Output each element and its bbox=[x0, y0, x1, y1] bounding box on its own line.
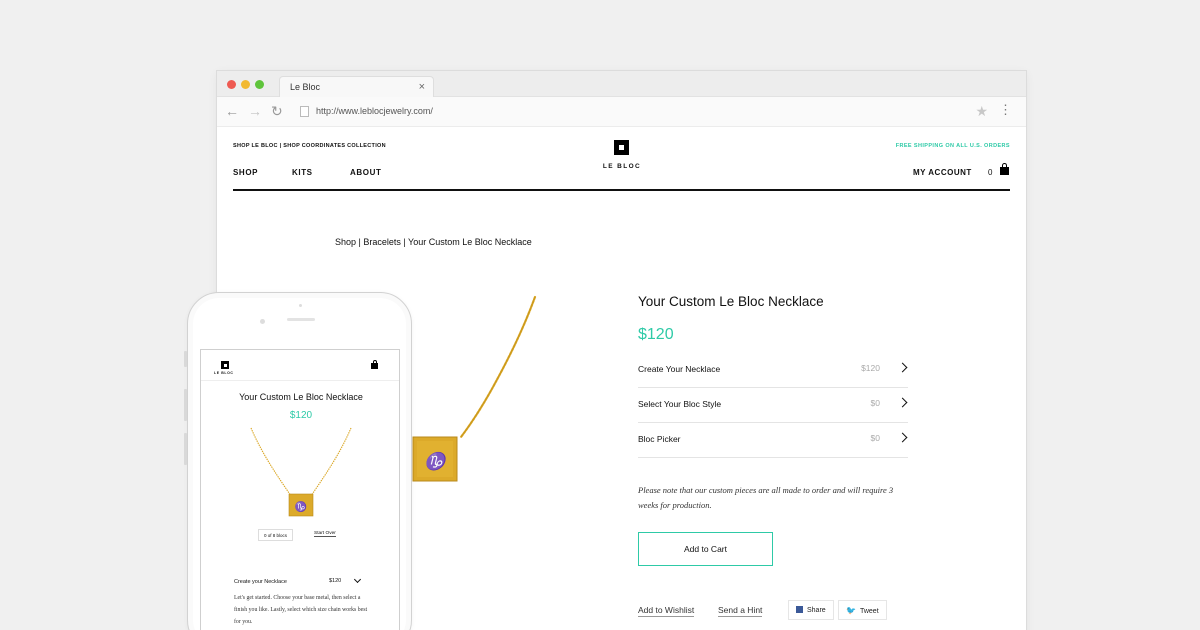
production-note: Please note that our custom pieces are a… bbox=[638, 485, 894, 510]
mobile-product-price: $120 bbox=[289, 410, 313, 421]
le-bloc-logo-icon[interactable] bbox=[614, 140, 629, 155]
send-a-hint-link[interactable]: Send a Hint bbox=[718, 605, 763, 617]
start-over-link[interactable]: Start Over bbox=[314, 531, 336, 537]
facebook-icon bbox=[796, 606, 803, 613]
svg-text:♑: ♑ bbox=[295, 500, 307, 513]
chevron-right-icon[interactable] bbox=[897, 432, 908, 443]
phone-speaker bbox=[287, 318, 315, 321]
mobile-step-label[interactable]: Create your Necklace bbox=[234, 579, 287, 585]
phone-camera bbox=[260, 319, 265, 324]
breadcrumb[interactable]: Shop | Bracelets | Your Custom Le Bloc N… bbox=[335, 237, 532, 247]
phone-sensor bbox=[299, 304, 302, 307]
mobile-necklace-image: ♑ bbox=[250, 427, 352, 517]
add-to-wishlist-link[interactable]: Add to Wishlist bbox=[638, 605, 695, 617]
tab-close-icon[interactable]: × bbox=[419, 81, 425, 93]
mobile-step-copy: Let's get started. Choose your base meta… bbox=[234, 595, 368, 625]
phone-mockup: LE BLOC Your Custom Le Bloc Necklace $12… bbox=[184, 292, 412, 630]
option-price: $0 bbox=[870, 433, 880, 443]
option-bloc-picker[interactable]: Bloc Picker $0 bbox=[638, 423, 908, 458]
option-select-bloc-style[interactable]: Select Your Bloc Style $0 bbox=[638, 388, 908, 423]
logo-text[interactable]: LE BLOC bbox=[597, 163, 647, 170]
mobile-bag-icon[interactable] bbox=[371, 360, 378, 369]
phone-volume-up bbox=[184, 389, 187, 421]
minimize-window-button[interactable] bbox=[241, 80, 250, 89]
option-label: Select Your Bloc Style bbox=[638, 399, 722, 409]
cart-count[interactable]: 0 bbox=[988, 168, 992, 177]
share-label: Share bbox=[807, 607, 826, 614]
chevron-down-icon[interactable] bbox=[353, 575, 362, 584]
browser-titlebar: Le Bloc × bbox=[217, 71, 1026, 98]
chevron-right-icon[interactable] bbox=[897, 397, 908, 408]
url-field[interactable]: http://www.leblocjewelry.com/ bbox=[316, 106, 433, 116]
necklace-product-image: ♑ bbox=[412, 295, 537, 482]
forward-arrow-icon[interactable]: → bbox=[248, 104, 262, 118]
mobile-logo-text[interactable]: LE BLOC bbox=[214, 371, 234, 375]
page-icon bbox=[300, 106, 309, 117]
close-window-button[interactable] bbox=[227, 80, 236, 89]
product-price: $120 bbox=[638, 326, 674, 343]
my-account-link[interactable]: MY ACCOUNT bbox=[913, 168, 972, 177]
back-arrow-icon[interactable]: ← bbox=[225, 104, 239, 118]
browser-tab[interactable]: Le Bloc × bbox=[279, 76, 434, 98]
option-price: $120 bbox=[861, 363, 880, 373]
header-divider bbox=[233, 189, 1010, 191]
reload-icon[interactable]: ↻ bbox=[271, 104, 283, 118]
nav-item-shop[interactable]: SHOP bbox=[233, 168, 258, 177]
nav-item-kits[interactable]: KITS bbox=[292, 168, 313, 177]
twitter-bird-icon: 🐦 bbox=[846, 606, 856, 615]
tweet-label: Tweet bbox=[859, 608, 879, 615]
product-title: Your Custom Le Bloc Necklace bbox=[638, 294, 824, 309]
nav-item-about[interactable]: ABOUT bbox=[350, 168, 381, 177]
shipping-banner: FREE SHIPPING ON ALL U.S. ORDERS bbox=[895, 143, 1010, 149]
option-label: Bloc Picker bbox=[638, 434, 681, 444]
chevron-right-icon[interactable] bbox=[897, 362, 908, 373]
option-label: Create Your Necklace bbox=[638, 364, 721, 374]
phone-screen: LE BLOC Your Custom Le Bloc Necklace $12… bbox=[200, 349, 400, 630]
browser-toolbar: ← → ↻ http://www.leblocjewelry.com/ ★ ⋮ bbox=[217, 97, 1026, 127]
bloc-counter: 0 of 8 blocs bbox=[258, 529, 294, 541]
tab-title: Le Bloc bbox=[290, 82, 321, 92]
option-price: $0 bbox=[870, 398, 880, 408]
facebook-share-button[interactable]: Share bbox=[788, 600, 834, 620]
phone-mute-switch bbox=[184, 351, 187, 367]
phone-volume-down bbox=[184, 433, 187, 465]
add-to-cart-button[interactable]: Add to Cart bbox=[638, 532, 773, 566]
mobile-header-divider bbox=[201, 380, 399, 381]
maximize-window-button[interactable] bbox=[255, 80, 264, 89]
shopping-bag-icon[interactable] bbox=[1000, 163, 1009, 175]
mobile-step-price: $120 bbox=[329, 578, 342, 584]
browser-menu-icon[interactable]: ⋮ bbox=[999, 103, 1012, 116]
tweet-button[interactable]: 🐦 Tweet bbox=[838, 600, 887, 620]
mobile-product-title: Your Custom Le Bloc Necklace bbox=[239, 392, 363, 402]
utility-links[interactable]: SHOP LE BLOC | SHOP COORDINATES COLLECTI… bbox=[233, 143, 386, 149]
option-create-necklace[interactable]: Create Your Necklace $120 bbox=[638, 353, 908, 388]
bookmark-star-icon[interactable]: ★ bbox=[975, 103, 988, 120]
mobile-logo-icon[interactable] bbox=[221, 361, 229, 369]
